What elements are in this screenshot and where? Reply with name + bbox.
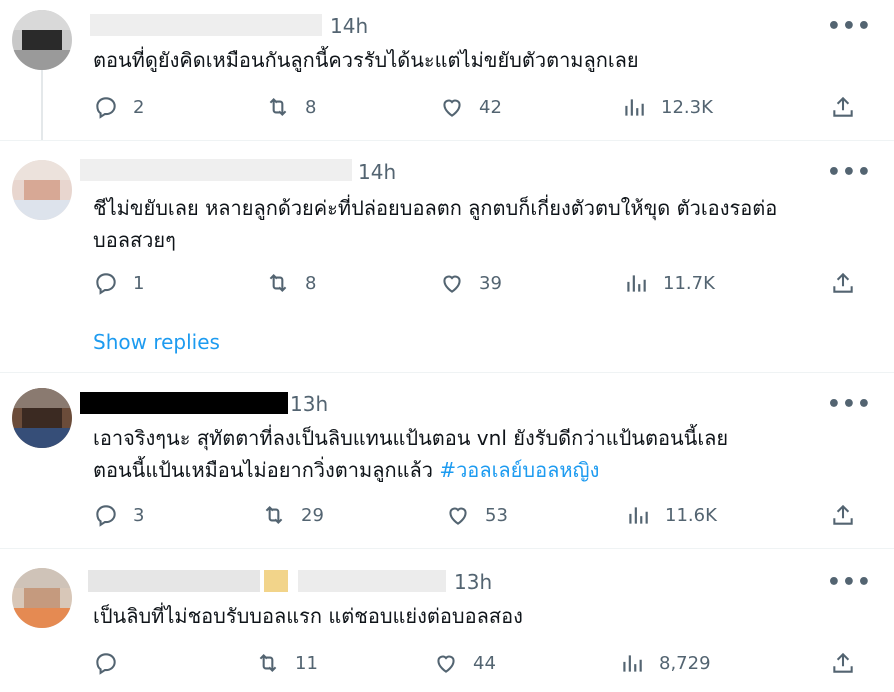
- views-button[interactable]: 11.7K: [623, 268, 715, 298]
- reply-count: 3: [133, 504, 145, 526]
- retweet-button[interactable]: 8: [265, 268, 316, 298]
- thread-line: [41, 70, 43, 140]
- retweet-button[interactable]: 8: [265, 92, 316, 122]
- share-icon: [833, 96, 853, 117]
- views-button[interactable]: 12.3K: [621, 92, 713, 122]
- username-redacted[interactable]: [88, 570, 260, 592]
- action-bar: 1 8 39 11.7K: [93, 268, 873, 298]
- tweet-text: เป็นลิบที่ไม่ชอบรับบอลแรก แต่ชอบแย่งต่อบ…: [93, 600, 863, 632]
- like-count: 39: [479, 272, 502, 294]
- like-button[interactable]: 44: [433, 648, 496, 678]
- share-icon: [833, 504, 853, 525]
- tweet-2[interactable]: 14h ••• ชีไม่ขยับเลย หลายลูกด้วยค่ะที่ปล…: [0, 140, 894, 372]
- reply-button[interactable]: [93, 648, 133, 678]
- share-icon: [833, 272, 853, 293]
- timestamp[interactable]: 14h: [330, 14, 368, 38]
- like-button[interactable]: 42: [439, 92, 502, 122]
- reply-icon: [96, 505, 116, 527]
- views-icon: [623, 655, 642, 672]
- views-button[interactable]: 11.6K: [625, 500, 717, 530]
- divider: [0, 140, 894, 141]
- like-icon: [437, 655, 455, 673]
- views-count: 12.3K: [661, 96, 713, 118]
- avatar[interactable]: [12, 388, 72, 448]
- reply-icon: [96, 273, 116, 295]
- retweet-count: 8: [305, 272, 317, 294]
- avatar[interactable]: [12, 10, 72, 70]
- tweet-text-line: เป็นลิบที่ไม่ชอบรับบอลแรก แต่ชอบแย่งต่อบ…: [93, 604, 523, 628]
- retweet-button[interactable]: 11: [255, 648, 318, 678]
- more-icon[interactable]: •••: [827, 392, 872, 417]
- hashtag-link[interactable]: #วอลเลย์บอลหญิง: [439, 458, 599, 482]
- show-replies-link[interactable]: Show replies: [93, 330, 220, 354]
- tweet-text-line: ตอนนี้แป้นเหมือนไม่อยากวิ่งตามลูกแล้ว #ว…: [93, 454, 863, 486]
- timestamp[interactable]: 13h: [454, 570, 492, 594]
- username-redacted[interactable]: [80, 159, 352, 181]
- like-button[interactable]: 39: [439, 268, 502, 298]
- retweet-count: 29: [301, 504, 324, 526]
- reply-icon: [96, 653, 116, 675]
- action-bar: 2 8 42 12.3K: [93, 92, 873, 122]
- views-icon: [627, 275, 646, 292]
- reply-button[interactable]: 1: [93, 268, 144, 298]
- retweet-icon: [269, 97, 287, 117]
- retweet-button[interactable]: 29: [261, 500, 324, 530]
- tweet-text: ชีไม่ขยับเลย หลายลูกด้วยค่ะที่ปล่อยบอลตก…: [93, 192, 863, 256]
- more-icon[interactable]: •••: [827, 160, 872, 185]
- divider: [0, 372, 894, 373]
- views-icon: [629, 507, 648, 524]
- tweet-text-line: เอาจริงๆนะ สุทัตตาที่ลงเป็นลิบแทนแป้นตอน…: [93, 426, 729, 450]
- retweet-icon: [259, 653, 277, 673]
- share-button[interactable]: [830, 500, 856, 530]
- username-redacted[interactable]: [90, 14, 322, 36]
- avatar[interactable]: [12, 568, 72, 628]
- retweet-icon: [269, 273, 287, 293]
- retweet-icon: [265, 505, 283, 525]
- views-count: 8,729: [659, 652, 711, 674]
- share-button[interactable]: [830, 268, 856, 298]
- avatar[interactable]: [12, 160, 72, 220]
- reply-count: 2: [133, 96, 145, 118]
- reply-icon: [96, 97, 116, 119]
- retweet-count: 8: [305, 96, 317, 118]
- reply-button[interactable]: 2: [93, 92, 144, 122]
- tweet-text-fragment: ตอนนี้แป้นเหมือนไม่อยากวิ่งตามลูกแล้ว: [93, 458, 440, 482]
- tweet-1[interactable]: 14h ••• ตอนที่ดูยังคิดเหมือนกันลูกนี้ควร…: [0, 0, 894, 140]
- retweet-count: 11: [295, 652, 318, 674]
- divider: [0, 548, 894, 549]
- like-icon: [449, 507, 467, 525]
- like-count: 42: [479, 96, 502, 118]
- badge-redacted: [264, 570, 288, 592]
- share-icon: [833, 652, 853, 673]
- more-icon[interactable]: •••: [827, 14, 872, 39]
- more-icon[interactable]: •••: [827, 570, 872, 595]
- username-redacted[interactable]: [80, 392, 288, 414]
- timestamp[interactable]: 14h: [358, 160, 396, 184]
- handle-redacted[interactable]: [298, 570, 446, 592]
- share-button[interactable]: [830, 92, 856, 122]
- reply-count: 1: [133, 272, 145, 294]
- action-bar: 11 44 8,729: [93, 648, 873, 678]
- action-bar: 3 29 53 11.6K: [93, 500, 873, 530]
- views-count: 11.6K: [665, 504, 717, 526]
- like-icon: [443, 99, 461, 117]
- like-icon: [443, 275, 461, 293]
- views-count: 11.7K: [663, 272, 715, 294]
- views-button[interactable]: 8,729: [619, 648, 711, 678]
- views-icon: [625, 99, 644, 116]
- tweet-3[interactable]: 13h ••• เอาจริงๆนะ สุทัตตาที่ลงเป็นลิบแท…: [0, 372, 894, 548]
- tweet-text: ตอนที่ดูยังคิดเหมือนกันลูกนี้ควรรับได้นะ…: [93, 44, 863, 76]
- tweet-4[interactable]: 13h ••• เป็นลิบที่ไม่ชอบรับบอลแรก แต่ชอบ…: [0, 548, 894, 692]
- reply-button[interactable]: 3: [93, 500, 144, 530]
- tweet-text-line: ชีไม่ขยับเลย หลายลูกด้วยค่ะที่ปล่อยบอลตก…: [93, 196, 778, 220]
- tweet-text: เอาจริงๆนะ สุทัตตาที่ลงเป็นลิบแทนแป้นตอน…: [93, 422, 863, 486]
- share-button[interactable]: [830, 648, 856, 678]
- tweet-text-line: ตอนที่ดูยังคิดเหมือนกันลูกนี้ควรรับได้นะ…: [93, 48, 639, 72]
- tweet-text-line: บอลสวยๆ: [93, 228, 176, 252]
- like-button[interactable]: 53: [445, 500, 508, 530]
- like-count: 44: [473, 652, 496, 674]
- timestamp[interactable]: 13h: [290, 392, 328, 416]
- like-count: 53: [485, 504, 508, 526]
